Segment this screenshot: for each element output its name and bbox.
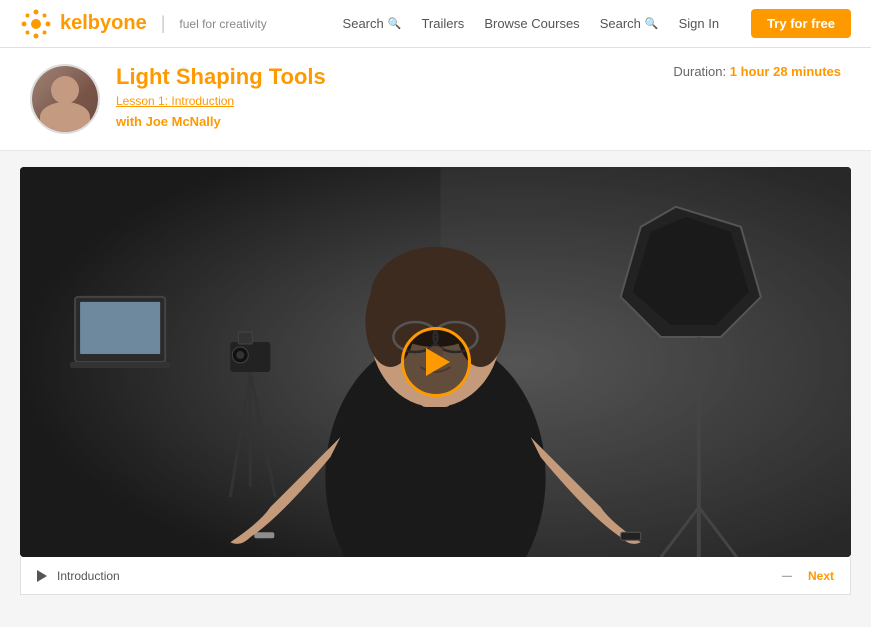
duration-label: Duration: bbox=[673, 64, 726, 79]
controls-minimize-button[interactable]: – bbox=[782, 565, 792, 586]
instructor-avatar bbox=[30, 64, 100, 134]
site-header: kelbyone | fuel for creativity Search 🔍 … bbox=[0, 0, 871, 48]
controls-next-button[interactable]: Next bbox=[808, 569, 834, 583]
duration-value: 1 hour 28 minutes bbox=[730, 64, 841, 79]
duration-area: Duration: 1 hour 28 minutes bbox=[673, 64, 841, 79]
nav-search2[interactable]: Search 🔍 bbox=[600, 16, 659, 31]
instructor-prefix: with bbox=[116, 114, 146, 129]
logo-tagline-text: fuel for creativity bbox=[179, 17, 266, 31]
course-info-bar: Light Shaping Tools Lesson 1: Introducti… bbox=[0, 48, 871, 151]
controls-lesson-label: Introduction bbox=[57, 569, 782, 583]
nav-trailers[interactable]: Trailers bbox=[421, 16, 464, 31]
play-button[interactable] bbox=[401, 327, 471, 397]
logo-area: kelbyone | fuel for creativity bbox=[20, 8, 343, 40]
nav-search1[interactable]: Search 🔍 bbox=[343, 16, 402, 31]
kelbyone-logo-icon bbox=[20, 8, 52, 40]
controls-play-button[interactable] bbox=[37, 570, 47, 582]
search2-icon: 🔍 bbox=[645, 17, 659, 30]
logo-brand-text: kelbyone bbox=[60, 12, 147, 35]
video-player bbox=[20, 167, 851, 557]
lesson-link[interactable]: Lesson 1: Introduction bbox=[116, 94, 673, 108]
play-icon bbox=[426, 348, 450, 376]
logo-separator: | bbox=[161, 13, 166, 34]
instructor-name: Joe McNally bbox=[146, 114, 221, 129]
nav-browse[interactable]: Browse Courses bbox=[484, 16, 579, 31]
search1-icon: 🔍 bbox=[388, 17, 402, 30]
try-free-button[interactable]: Try for free bbox=[751, 9, 851, 38]
instructor-line: with Joe McNally bbox=[116, 114, 673, 129]
video-background bbox=[20, 167, 851, 557]
nav-links: Search 🔍 Trailers Browse Courses Search … bbox=[343, 9, 851, 38]
video-controls-bar: Introduction – Next bbox=[20, 557, 851, 595]
course-text-block: Light Shaping Tools Lesson 1: Introducti… bbox=[116, 64, 673, 129]
course-title: Light Shaping Tools bbox=[116, 64, 673, 90]
nav-signin[interactable]: Sign In bbox=[679, 16, 719, 31]
